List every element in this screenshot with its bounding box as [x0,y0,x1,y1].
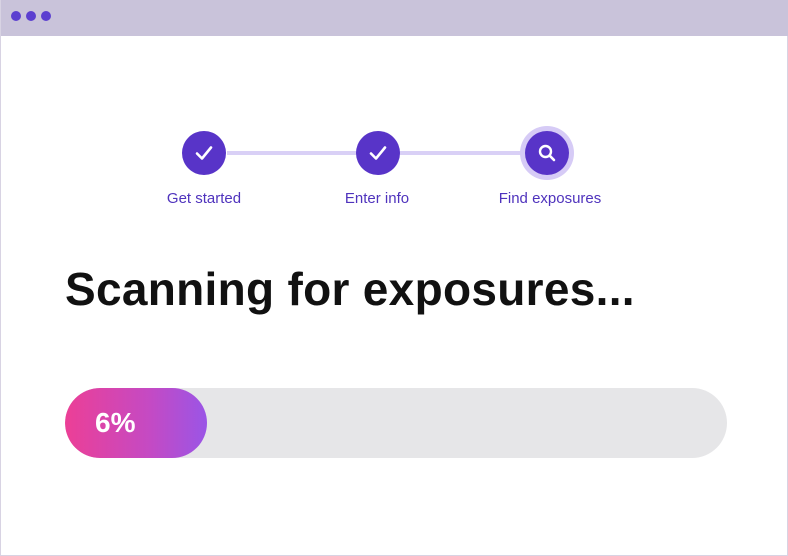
step-connector [399,151,525,155]
search-icon [538,144,556,162]
progress-stepper: Get started Enter info Find exposures [1,0,788,220]
progress-fill [65,388,207,458]
check-icon [369,146,387,160]
step-find-exposures [525,131,569,175]
step-label-find-exposures: Find exposures [498,190,602,207]
browser-window: Get started Enter info Find exposures Sc… [0,0,788,556]
step-get-started [182,131,226,175]
progress-percent: 6% [95,407,136,438]
step-connector [227,151,357,155]
check-icon [195,146,213,160]
step-label-enter-info: Enter info [344,190,410,207]
step-label-get-started: Get started [166,190,242,207]
page-title: Scanning for exposures... [65,263,635,315]
step-enter-info [356,131,400,175]
scan-progress-bar: 6% [65,388,727,458]
